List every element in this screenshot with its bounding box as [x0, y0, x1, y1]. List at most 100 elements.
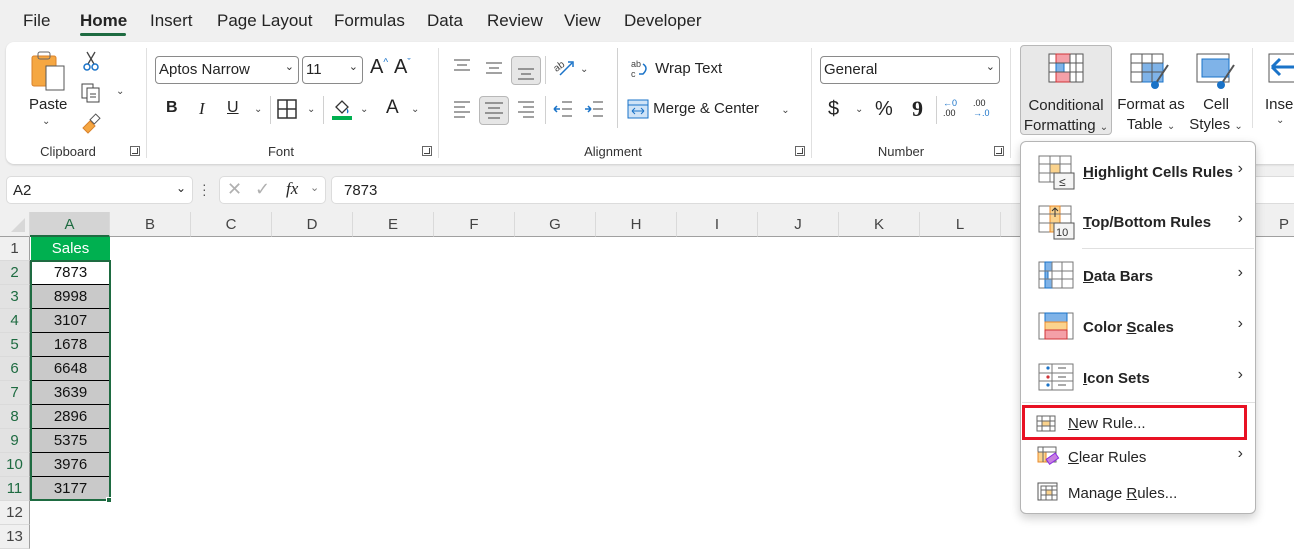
menu-item-manage-rules[interactable]: Manage Rules...: [1022, 476, 1255, 510]
borders-icon[interactable]: [277, 99, 297, 119]
row-header-10[interactable]: 10: [0, 453, 30, 477]
clipboard-dialog-launcher[interactable]: [130, 146, 140, 156]
paste-dropdown-icon[interactable]: ⌄: [42, 116, 50, 127]
enter-icon[interactable]: ✓: [255, 179, 270, 200]
menu-item-data-bars[interactable]: Data Bars ›: [1022, 252, 1255, 302]
bold-button[interactable]: B: [166, 99, 178, 117]
cell-styles-button[interactable]: Cell Styles ⌄: [1186, 47, 1246, 135]
row-header-2[interactable]: 2: [0, 261, 30, 285]
row-header-13[interactable]: 13: [0, 525, 30, 549]
conditional-formatting-button[interactable]: Conditional Formatting ⌄: [1020, 45, 1112, 135]
tab-file[interactable]: File: [23, 11, 50, 31]
middle-align-icon[interactable]: [484, 60, 504, 76]
row-header-12[interactable]: 12: [0, 501, 30, 525]
tab-page-layout[interactable]: Page Layout: [217, 11, 312, 31]
row-header-6[interactable]: 6: [0, 357, 30, 381]
font-name-dropdown[interactable]: Aptos Narrow ⌄: [155, 56, 299, 84]
font-color-dropdown-icon[interactable]: ⌄: [411, 104, 419, 115]
increase-indent-icon[interactable]: [583, 100, 605, 118]
column-header-l[interactable]: L: [920, 212, 1001, 237]
top-align-icon[interactable]: [452, 58, 472, 74]
comma-style-button[interactable]: 9: [912, 96, 923, 122]
tab-insert[interactable]: Insert: [150, 11, 193, 31]
chevron-down-icon[interactable]: ⌄: [310, 181, 319, 194]
fill-color-icon[interactable]: [331, 97, 353, 121]
orientation-dropdown-icon[interactable]: ⌄: [580, 64, 588, 75]
chevron-down-icon[interactable]: ⌄: [176, 181, 186, 195]
increase-font-size-button[interactable]: A^: [370, 56, 388, 79]
insert-cells-button[interactable]: Inse ⌄: [1264, 47, 1294, 135]
font-size-dropdown[interactable]: 11 ⌄: [302, 56, 363, 84]
underline-button[interactable]: U: [227, 99, 239, 117]
row-header-5[interactable]: 5: [0, 333, 30, 357]
tab-review[interactable]: Review: [487, 11, 543, 31]
empty-cell[interactable]: [31, 501, 110, 525]
fill-handle[interactable]: [106, 497, 112, 503]
tab-developer[interactable]: Developer: [624, 11, 702, 31]
wrap-text-button[interactable]: ab c Wrap Text: [629, 58, 722, 80]
column-header-b[interactable]: B: [110, 212, 191, 237]
column-header-h[interactable]: H: [596, 212, 677, 237]
cancel-icon[interactable]: ✕: [227, 179, 242, 200]
menu-item-clear-rules[interactable]: Clear Rules ›: [1022, 440, 1255, 474]
fill-color-dropdown-icon[interactable]: ⌄: [360, 104, 368, 115]
menu-item-icon-sets[interactable]: Icon Sets ›: [1022, 354, 1255, 404]
column-header-g[interactable]: G: [515, 212, 596, 237]
row-header-1[interactable]: 1: [0, 237, 30, 261]
column-header-f[interactable]: F: [434, 212, 515, 237]
header-cell-sales[interactable]: Sales: [31, 237, 110, 261]
bottom-align-button[interactable]: [511, 56, 541, 85]
font-dialog-launcher[interactable]: [422, 146, 432, 156]
number-format-dropdown[interactable]: General ⌄: [820, 56, 1000, 84]
row-header-11[interactable]: 11: [0, 477, 30, 501]
empty-cell[interactable]: [31, 525, 110, 549]
row-header-7[interactable]: 7: [0, 381, 30, 405]
tab-home[interactable]: Home: [80, 11, 127, 31]
copy-icon[interactable]: [80, 82, 102, 104]
alignment-dialog-launcher[interactable]: [795, 146, 805, 156]
column-header-k[interactable]: K: [839, 212, 920, 237]
menu-item-new-rule[interactable]: New Rule...: [1022, 405, 1247, 440]
paste-button[interactable]: Paste ⌄: [28, 50, 68, 130]
row-header-8[interactable]: 8: [0, 405, 30, 429]
merge-center-button[interactable]: Merge & Center ⌄: [627, 99, 790, 119]
italic-button[interactable]: I: [199, 99, 205, 119]
align-left-icon[interactable]: [452, 100, 472, 118]
decrease-font-size-button[interactable]: Aˇ: [394, 56, 411, 79]
format-painter-icon[interactable]: [80, 112, 102, 134]
merge-dropdown-icon[interactable]: ⌄: [781, 105, 789, 116]
increase-decimal-button[interactable]: ←0 .00: [943, 98, 965, 118]
column-header-j[interactable]: J: [758, 212, 839, 237]
tab-data[interactable]: Data: [427, 11, 463, 31]
column-header-a[interactable]: A: [30, 212, 110, 237]
decrease-decimal-button[interactable]: .00 →.0: [973, 98, 995, 118]
select-all-button[interactable]: [0, 212, 30, 237]
underline-dropdown-icon[interactable]: ⌄: [254, 104, 262, 115]
column-header-i[interactable]: I: [677, 212, 758, 237]
accounting-format-button[interactable]: $: [828, 98, 839, 121]
name-box[interactable]: A2 ⌄: [6, 176, 193, 204]
row-header-4[interactable]: 4: [0, 309, 30, 333]
copy-dropdown-icon[interactable]: ⌄: [116, 86, 124, 97]
cut-icon[interactable]: [80, 50, 102, 72]
row-header-3[interactable]: 3: [0, 285, 30, 309]
decrease-indent-icon[interactable]: [552, 100, 574, 118]
tab-view[interactable]: View: [564, 11, 601, 31]
column-header-c[interactable]: C: [191, 212, 272, 237]
column-header-d[interactable]: D: [272, 212, 353, 237]
column-header-e[interactable]: E: [353, 212, 434, 237]
orientation-icon[interactable]: ab: [552, 57, 576, 79]
row-header-9[interactable]: 9: [0, 429, 30, 453]
tab-formulas[interactable]: Formulas: [334, 11, 405, 31]
percent-style-button[interactable]: %: [875, 98, 893, 121]
menu-item-top-bottom-rules[interactable]: 10 Top/Bottom Rules ›: [1022, 198, 1255, 248]
align-center-button[interactable]: [479, 96, 509, 125]
borders-dropdown-icon[interactable]: ⌄: [307, 104, 315, 115]
number-dialog-launcher[interactable]: [994, 146, 1004, 156]
more-options-icon[interactable]: · · ·: [202, 177, 207, 201]
format-as-table-button[interactable]: Format as Table ⌄: [1114, 47, 1188, 135]
align-right-icon[interactable]: [516, 100, 536, 118]
accounting-dropdown-icon[interactable]: ⌄: [855, 104, 863, 115]
menu-item-highlight-cells-rules[interactable]: ≤ Highlight Cells Rules ›: [1022, 148, 1255, 198]
font-color-button[interactable]: A: [386, 97, 399, 119]
